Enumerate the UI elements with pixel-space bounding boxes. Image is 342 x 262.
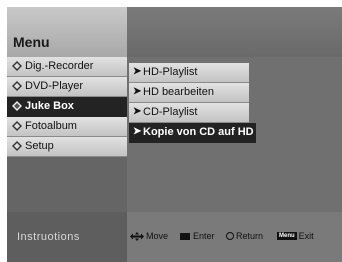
instructions-label: Instruotions	[17, 231, 80, 243]
move-label: Move	[146, 231, 169, 241]
arrow-right-icon: ➤	[133, 66, 142, 77]
osd-screen: Menu Dig.-Recorder DVD-Player Juke Box F…	[7, 7, 342, 262]
menu-item-label: Juke Box	[25, 100, 74, 112]
move-arrows-icon	[130, 231, 144, 241]
diamond-bullet-icon	[12, 81, 22, 91]
menu-item-dig-recorder[interactable]: Dig.-Recorder	[7, 57, 127, 77]
submenu-item-cd-playlist[interactable]: ➤ CD-Playlist	[129, 103, 249, 123]
diamond-bullet-icon	[12, 121, 22, 131]
main-menu: Dig.-Recorder DVD-Player Juke Box Fotoal…	[7, 57, 127, 212]
header-bar: Menu	[7, 7, 342, 57]
move-hint: Move	[130, 231, 168, 241]
return-icon	[226, 232, 234, 240]
exit-hint: Menu Exit	[277, 231, 314, 241]
diamond-bullet-icon	[12, 101, 22, 111]
menu-title: Menu	[13, 34, 50, 50]
submenu-item-label: HD bearbeiten	[143, 86, 214, 98]
submenu-item-label: HD-Playlist	[143, 66, 198, 78]
submenu-item-kopie-cd-hd[interactable]: ➤ Kopie von CD auf HD	[129, 123, 256, 143]
menu-item-label: Dig.-Recorder	[25, 60, 94, 72]
submenu-item-label: Kopie von CD auf HD	[143, 126, 254, 138]
instructions-panel: Instruotions	[7, 212, 127, 262]
diamond-bullet-icon	[12, 141, 22, 151]
return-label: Return	[236, 231, 264, 241]
title-panel: Menu	[7, 7, 127, 57]
return-hint: Return	[226, 231, 263, 241]
enter-key-icon	[180, 232, 190, 240]
submenu-item-hd-playlist[interactable]: ➤ HD-Playlist	[129, 63, 249, 83]
menu-item-label: Setup	[25, 140, 54, 152]
menu-item-label: DVD-Player	[25, 80, 84, 92]
arrow-right-icon: ➤	[133, 126, 142, 137]
arrow-right-icon: ➤	[133, 106, 142, 117]
submenu-item-label: CD-Playlist	[143, 106, 198, 118]
enter-hint: Enter	[180, 231, 215, 241]
menu-item-fotoalbum[interactable]: Fotoalbum	[7, 117, 127, 137]
menu-item-label: Fotoalbum	[25, 120, 77, 132]
submenu-item-hd-bearbeiten[interactable]: ➤ HD bearbeiten	[129, 83, 249, 103]
menu-item-setup[interactable]: Setup	[7, 137, 127, 157]
enter-label: Enter	[193, 231, 215, 241]
menu-key-icon: Menu	[277, 232, 297, 240]
arrow-right-icon: ➤	[133, 86, 142, 97]
menu-item-juke-box[interactable]: Juke Box	[7, 97, 127, 117]
instruction-bar: Instruotions Move Enter Return Menu Exit	[7, 212, 342, 262]
menu-item-dvd-player[interactable]: DVD-Player	[7, 77, 127, 97]
submenu: ➤ HD-Playlist ➤ HD bearbeiten ➤ CD-Playl…	[127, 57, 342, 212]
diamond-bullet-icon	[12, 61, 22, 71]
exit-label: Exit	[298, 231, 314, 241]
